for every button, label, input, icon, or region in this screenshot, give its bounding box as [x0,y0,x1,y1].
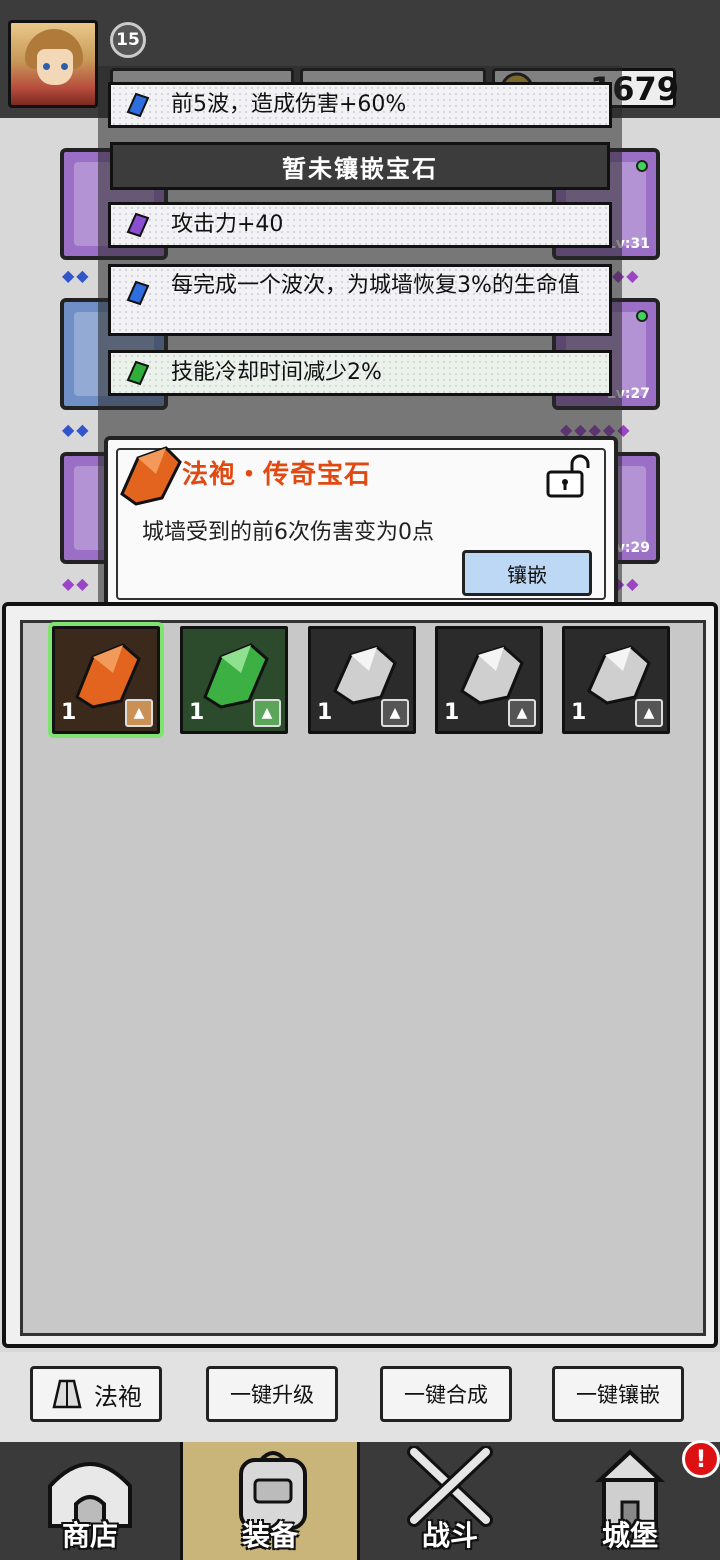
inventory-gem-slot[interactable]: 1 ▲ [48,622,164,738]
gem-tooltip: 法袍・传奇宝石 城墙受到的前6次伤害变为0点 镶嵌 [104,436,618,612]
notification-alert-icon: ! [682,1440,720,1478]
ready-indicator-icon [636,160,648,172]
robe-tag-icon: ▲ [508,699,536,727]
ready-indicator-icon [636,310,648,322]
upgrade-all-button[interactable]: 一键升级 [206,1366,338,1422]
nav-shop[interactable]: 商店 [0,1442,180,1560]
inlay-all-button[interactable]: 一键镶嵌 [552,1366,684,1422]
legendary-orange-gem-icon [120,446,182,506]
blue-gem-icon [119,275,155,311]
robe-icon [52,1379,82,1409]
nav-battle[interactable]: 战斗 [360,1442,540,1560]
robe-filter-button[interactable]: 法袍 [30,1366,162,1422]
robe-tag-icon: ▲ [125,699,153,727]
player-avatar[interactable] [8,20,98,108]
unlock-icon[interactable] [544,454,592,498]
inventory-gem-slot[interactable]: 1 ▲ [435,626,543,734]
tooltip-title: 法袍・传奇宝石 [182,460,372,490]
gem-stat-row: 前5波，造成伤害+60% [108,82,612,128]
gem-socket-row-icon: ◆◆ [62,420,91,439]
tooltip-description: 城墙受到的前6次伤害变为0点 [142,520,434,545]
empty-socket-banner: 暂未镶嵌宝石 [110,142,610,190]
inventory-gem-slot[interactable]: 1 ▲ [308,626,416,734]
nav-equip[interactable]: 装备 [180,1442,360,1560]
gem-stat-row: 攻击力+40 [108,202,612,248]
merge-all-button[interactable]: 一键合成 [380,1366,512,1422]
gem-socket-row-icon: ◆◆ [62,574,91,593]
inventory-gem-slot[interactable]: 1 ▲ [180,626,288,734]
gem-stat-row: 技能冷却时间减少2% [108,350,612,396]
robe-tag-icon: ▲ [635,699,663,727]
gem-socket-row-icon: ◆◆ [62,266,91,285]
blue-gem-icon [119,87,155,123]
gem-stat-row: 每完成一个波次，为城墙恢复3%的生命值 [108,264,612,336]
green-gem-icon [119,355,155,391]
inventory-gem-slot[interactable]: 1 ▲ [562,626,670,734]
robe-tag-icon: ▲ [253,699,281,727]
purple-gem-icon [119,207,155,243]
inlay-button[interactable]: 镶嵌 [462,550,592,596]
player-level-badge: 15 [110,22,146,58]
robe-tag-icon: ▲ [381,699,409,727]
